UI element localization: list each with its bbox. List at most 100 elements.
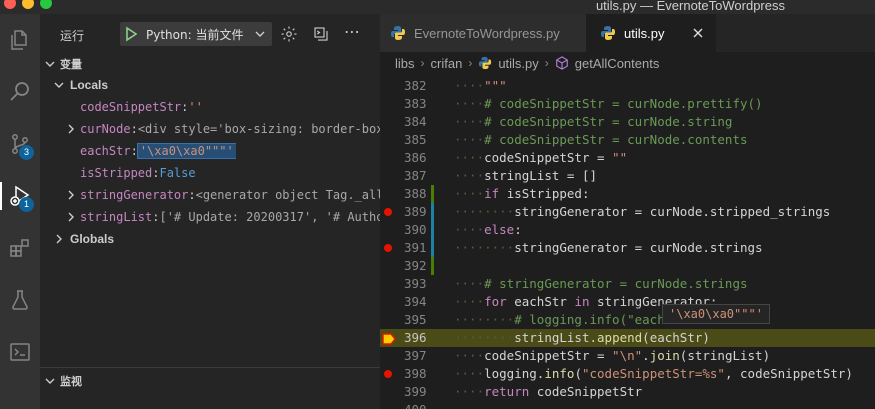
variable-name: eachStr (80, 144, 131, 158)
variable-row[interactable]: stringGenerator: <generator object Tag._… (64, 184, 398, 206)
line-number: 388 (404, 186, 427, 201)
variable-separator: : (152, 166, 160, 180)
line-number: 398 (404, 366, 427, 381)
code-line[interactable]: 395 ········# logging.info("eachS (380, 311, 875, 329)
more-actions-icon[interactable]: ⋯ (344, 22, 362, 41)
code-line[interactable]: 387 ····stringList = [] (380, 167, 875, 185)
gear-icon[interactable] (280, 25, 298, 43)
line-number: 400 (404, 401, 427, 409)
code-line[interactable]: 396 ········stringList.append(eachStr) (380, 329, 875, 347)
git-change-marker[interactable] (431, 203, 434, 221)
code-line[interactable]: 399 ····return codeSnippetStr (380, 383, 875, 401)
code-line[interactable]: 394 ····for eachStr in stringGenerator: (380, 293, 875, 311)
line-number: 399 (404, 384, 427, 399)
code-line[interactable]: 389 ········stringGenerator = curNode.str… (380, 203, 875, 221)
variable-row[interactable]: codeSnippetStr: '' (64, 96, 203, 118)
variable-separator: : (130, 122, 138, 136)
code-text: ········# logging.info("eachS (454, 312, 673, 327)
variable-row[interactable]: isStripped: False (64, 162, 196, 184)
line-number: 391 (404, 240, 427, 255)
chevron-right-icon: › (468, 56, 473, 70)
search-button[interactable] (0, 72, 40, 112)
variable-separator: : (188, 188, 196, 202)
globals-label: Globals (70, 232, 115, 246)
watch-section-header[interactable]: 监视 (44, 373, 82, 389)
breadcrumb-crifan[interactable]: crifan (431, 56, 463, 71)
line-number: 394 (404, 294, 427, 309)
breadcrumb-file[interactable]: utils.py (498, 56, 538, 71)
git-change-marker[interactable] (431, 239, 434, 257)
code-line[interactable]: 392 (380, 257, 875, 275)
locals-scope[interactable]: Locals (52, 74, 108, 96)
variables-title: 变量 (60, 58, 82, 71)
code-text: ········stringList.append(eachStr) (454, 330, 710, 345)
line-number: 395 (404, 312, 427, 327)
code-line[interactable]: 388 ····if isStripped: (380, 185, 875, 203)
run-title: 运行 (60, 29, 85, 43)
code-line[interactable]: 400 (380, 401, 875, 409)
breadcrumb-symbol[interactable]: getAllContents (575, 56, 660, 71)
code-text: ····# stringGenerator = curNode.strings (454, 276, 748, 291)
breakpoint-icon[interactable] (384, 370, 392, 378)
testing-button[interactable] (0, 280, 40, 320)
code-line[interactable]: 386 ····codeSnippetStr = "" (380, 149, 875, 167)
code-text: ····# codeSnippetStr = curNode.contents (454, 132, 748, 147)
explorer-button[interactable] (0, 20, 40, 60)
activity-bar: 3 1 (0, 14, 40, 409)
variable-row[interactable]: curNode: <div style='box-sizing: border-… (64, 118, 398, 140)
title-bar: utils.py — EvernoteToWordpress (0, 0, 875, 14)
code-line[interactable]: 390 ····else: (380, 221, 875, 239)
code-text: ····if isStripped: (454, 186, 590, 201)
chevron-down-icon (54, 82, 64, 88)
code-text: ····# codeSnippetStr = curNode.prettify(… (454, 96, 763, 111)
code-view[interactable]: 382 ····""" 383 ····# codeSnippetStr = curN… (380, 74, 875, 409)
tab-utils[interactable]: utils.py (586, 14, 716, 52)
chevron-down-icon (45, 61, 55, 67)
variable-name: curNode (80, 122, 131, 136)
python-file-icon (601, 26, 615, 40)
run-debug-button[interactable]: 1 (0, 176, 40, 216)
git-change-marker[interactable] (431, 221, 434, 239)
line-number: 389 (404, 204, 427, 219)
breadcrumb: libs › crifan › utils.py › getAllContent… (380, 52, 875, 74)
tab-evernote-to-wordpress[interactable]: EvernoteToWordpress.py (380, 14, 586, 52)
code-line[interactable]: 391 ········stringGenerator = curNode.str… (380, 239, 875, 257)
chevron-right-icon (64, 189, 78, 201)
git-change-marker[interactable] (431, 185, 434, 203)
code-line[interactable]: 398 ····logging.info("codeSnippetStr=%s",… (380, 365, 875, 383)
variable-row[interactable]: stringList: ['# Update: 20200317', '# Au… (64, 206, 398, 228)
launch-config-select[interactable]: Python: 当前文件 (120, 22, 272, 46)
locals-label: Locals (70, 78, 109, 92)
watch-title: 监视 (60, 375, 82, 388)
code-line[interactable]: 382 ····""" (380, 77, 875, 95)
window-title: utils.py — EvernoteToWordpress (595, 0, 785, 13)
git-change-marker[interactable] (431, 257, 434, 275)
close-icon[interactable] (692, 27, 704, 39)
chevron-down-icon (45, 378, 55, 384)
breakpoint-icon[interactable] (384, 208, 392, 216)
variable-row[interactable]: eachStr: '\xa0\xa0"""' (64, 140, 236, 162)
variable-name: codeSnippetStr (80, 100, 182, 114)
play-icon[interactable] (124, 26, 138, 42)
breadcrumb-libs[interactable]: libs (395, 56, 415, 71)
globals-scope[interactable]: Globals (52, 228, 114, 250)
variables-section-header[interactable]: 变量 (44, 56, 82, 72)
code-line[interactable]: 383 ····# codeSnippetStr = curNode.pretti… (380, 95, 875, 113)
line-number: 396 (404, 330, 427, 345)
code-line[interactable]: 384 ····# codeSnippetStr = curNode.string (380, 113, 875, 131)
run-header: 运行 Python: 当前文件 ⋯ (40, 14, 380, 54)
chevron-right-icon (64, 123, 78, 135)
code-line[interactable]: 393 ····# stringGenerator = curNode.strin… (380, 275, 875, 293)
variable-name: stringGenerator (80, 188, 189, 202)
breakpoint-icon[interactable] (384, 244, 392, 252)
search-icon (10, 82, 29, 101)
chevron-right-icon: › (544, 56, 549, 70)
source-control-button[interactable]: 3 (0, 124, 40, 164)
code-line[interactable]: 397 ····codeSnippetStr = "\n".join(string… (380, 347, 875, 365)
code-line[interactable]: 385 ····# codeSnippetStr = curNode.conten… (380, 131, 875, 149)
variable-value: <generator object Tag._all_… (195, 188, 398, 202)
extensions-button[interactable] (0, 228, 40, 268)
line-number: 393 (404, 276, 427, 291)
debug-console-icon[interactable] (312, 25, 330, 43)
terminal-button[interactable] (0, 332, 40, 372)
